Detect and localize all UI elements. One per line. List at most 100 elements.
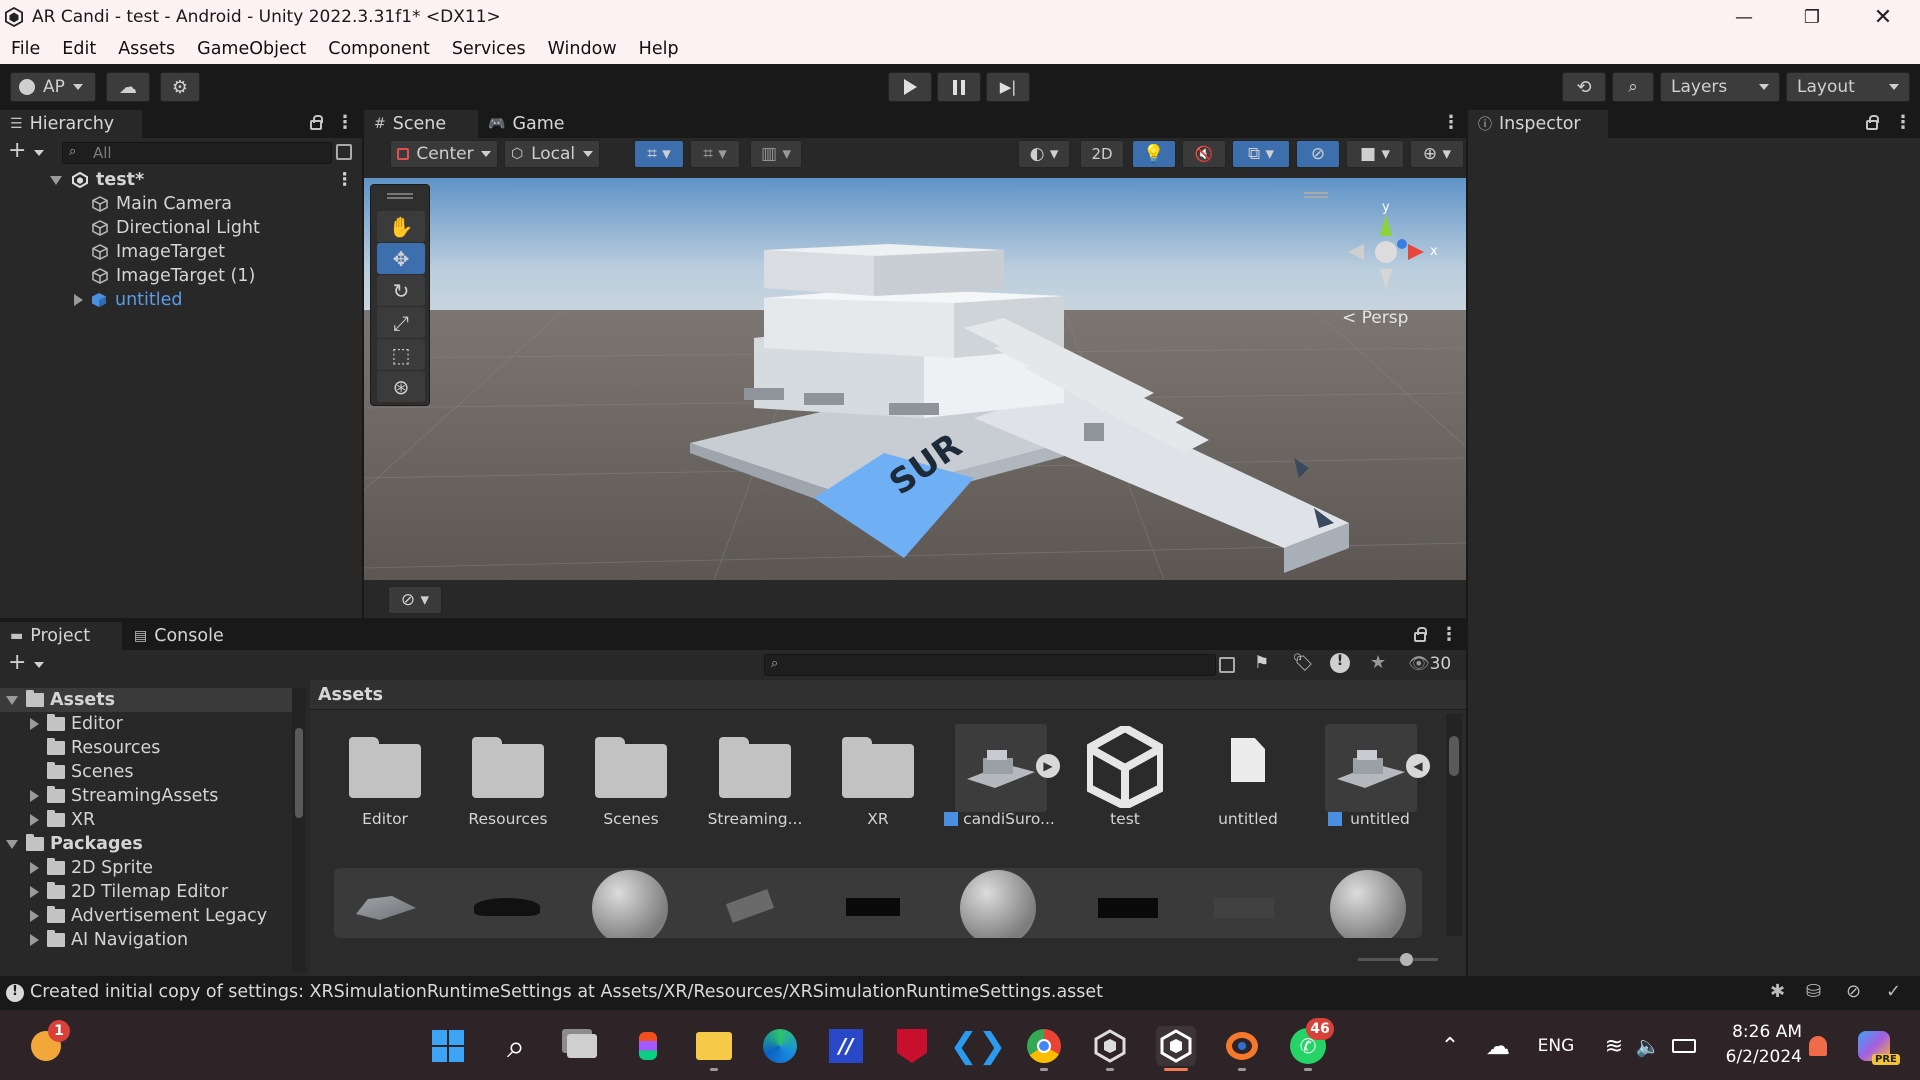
texture-thumbnail[interactable] [1098,898,1158,918]
task-view-button[interactable] [562,1026,602,1066]
collab-button[interactable]: ⚙ [160,72,200,102]
texture-thumbnail[interactable] [846,898,900,916]
status-message[interactable]: Created initial copy of settings: XRSimu… [30,982,1103,1002]
add-icon[interactable]: + [8,650,26,675]
minimize-button[interactable]: — [1710,0,1778,34]
tree-item[interactable]: 2D Tilemap Editor [0,880,292,904]
close-button[interactable]: ✕ [1849,0,1917,34]
autodesk-app[interactable]: // [826,1026,866,1066]
layout-dropdown[interactable]: Layout [1786,72,1910,102]
asset-item[interactable]: Editor [330,730,440,840]
chrome-app[interactable] [1024,1026,1064,1066]
menu-gameobject[interactable]: GameObject [186,39,317,59]
undo-history-button[interactable]: ⟲ [1562,72,1606,102]
camera-dropdown[interactable]: ■ ▾ [1346,140,1404,168]
menu-assets[interactable]: Assets [107,39,186,59]
favorite-star-icon[interactable]: ★ [1370,652,1386,673]
asset-item[interactable]: Scenes [576,730,686,840]
vscode-app[interactable]: ❮❯ [950,1026,1007,1066]
hierarchy-item[interactable]: ImageTarget [0,240,358,264]
tab-console[interactable]: ▤ Console [124,622,246,650]
material-sphere-thumbnail[interactable] [960,870,1036,938]
expand-arrow-icon[interactable] [74,294,83,306]
tree-scrollbar[interactable] [292,688,306,972]
lock-icon[interactable] [1866,115,1879,130]
scale-tool-button[interactable]: ⤢ [377,307,425,338]
hand-tool-button[interactable]: ✋ [377,211,425,242]
expand-arrow-icon[interactable] [30,910,39,922]
expand-arrow-icon[interactable] [50,175,62,185]
unity-editor-app[interactable] [1156,1026,1196,1066]
tab-inspector[interactable]: ⓘ Inspector [1468,110,1608,138]
slider-thumb[interactable] [1400,953,1413,966]
snap-increment-dropdown[interactable]: ⌗ ▾ [690,140,740,168]
kebab-menu-icon[interactable]: ⋮ [1442,112,1460,133]
scene-root-row[interactable]: test* ⋮ [0,168,358,192]
asset-item[interactable]: Resources [453,730,563,840]
assets-scrollbar-thumb[interactable] [1449,736,1459,776]
start-button[interactable] [428,1026,468,1066]
kebab-menu-icon[interactable]: ⋮ [1894,112,1912,133]
lighting-toggle[interactable]: 💡 [1132,140,1176,168]
tree-item[interactable]: 2D Sprite [0,856,292,880]
scene-visibility-toggle[interactable]: ⊘ [1296,140,1340,168]
cloud-button[interactable]: ☁ [106,72,150,102]
gizmos-dropdown[interactable]: ⊕ ▾ [1410,140,1464,168]
tree-scrollbar-thumb[interactable] [295,728,303,818]
expand-search-icon[interactable] [1219,657,1235,673]
menu-component[interactable]: Component [317,39,441,59]
tree-item[interactable]: Packages [0,832,292,856]
expand-arrow-icon[interactable] [30,790,39,802]
hierarchy-item[interactable]: Main Camera [0,192,358,216]
mesh-thumbnail[interactable] [474,898,540,916]
texture-thumbnail[interactable] [1214,898,1274,918]
menu-services[interactable]: Services [441,39,537,59]
tree-item[interactable]: XR [0,808,292,832]
2d-toggle[interactable]: 2D [1080,140,1124,168]
lock-icon[interactable] [1414,627,1427,642]
navigation-dropdown[interactable]: ⊘ ▾ [388,586,442,614]
menu-file[interactable]: File [0,39,51,59]
asset-item[interactable]: untitled [1193,730,1303,840]
menu-help[interactable]: Help [628,39,690,59]
hierarchy-item[interactable]: ImageTarget (1) [0,264,358,288]
tree-item[interactable]: Editor [0,712,292,736]
expand-arrow-icon[interactable] [30,886,39,898]
asset-item[interactable]: ◀ untitled [1316,724,1430,840]
tree-item[interactable]: Resources [0,736,292,760]
projection-toggle[interactable]: < Persp [1342,308,1408,328]
cache-server-icon[interactable]: ⛁ [1806,981,1821,1002]
expand-search-icon[interactable] [336,144,352,160]
notifications-button[interactable] [1800,1026,1836,1066]
layers-dropdown[interactable]: Layers [1660,72,1780,102]
restore-button[interactable]: ❐ [1778,0,1846,34]
hierarchy-search-input[interactable]: ⌕ All [62,142,332,164]
expand-arrow-icon[interactable] [30,814,39,826]
warning-filter-icon[interactable]: ! [1330,653,1350,673]
chevron-down-icon[interactable] [34,662,44,668]
play-preview-icon[interactable]: ▶ [1036,754,1060,778]
volume-tray[interactable]: 🔈 [1628,1026,1668,1066]
expand-arrow-icon[interactable] [6,695,18,705]
play-button[interactable] [888,72,932,102]
check-circle-icon[interactable]: ✓ [1886,981,1901,1002]
draw-mode-dropdown[interactable]: ◐ ▾ [1018,140,1070,168]
assets-scrollbar[interactable] [1446,714,1462,936]
account-dropdown[interactable]: AP [10,72,96,102]
thumbnail-size-slider[interactable] [1358,953,1438,966]
tree-item[interactable]: StreamingAssets [0,784,292,808]
texture-thumbnail[interactable] [725,889,775,923]
tab-hierarchy[interactable]: ☰ Hierarchy [0,110,142,138]
pause-button[interactable] [937,72,981,102]
grid-settings-dropdown[interactable]: ▥ ▾ [750,140,802,168]
battery-tray[interactable] [1664,1026,1704,1066]
breadcrumb-assets[interactable]: Assets [318,685,383,705]
menu-window[interactable]: Window [537,39,628,59]
menu-edit[interactable]: Edit [51,39,107,59]
expand-arrow-icon[interactable] [30,718,39,730]
mcafee-app[interactable] [892,1026,932,1066]
tree-item[interactable]: Assets [0,688,292,712]
step-button[interactable]: ▶| [986,72,1030,102]
scene-viewport[interactable]: SUR y x < Persp [364,178,1466,580]
tab-scene[interactable]: # Scene [364,110,478,138]
